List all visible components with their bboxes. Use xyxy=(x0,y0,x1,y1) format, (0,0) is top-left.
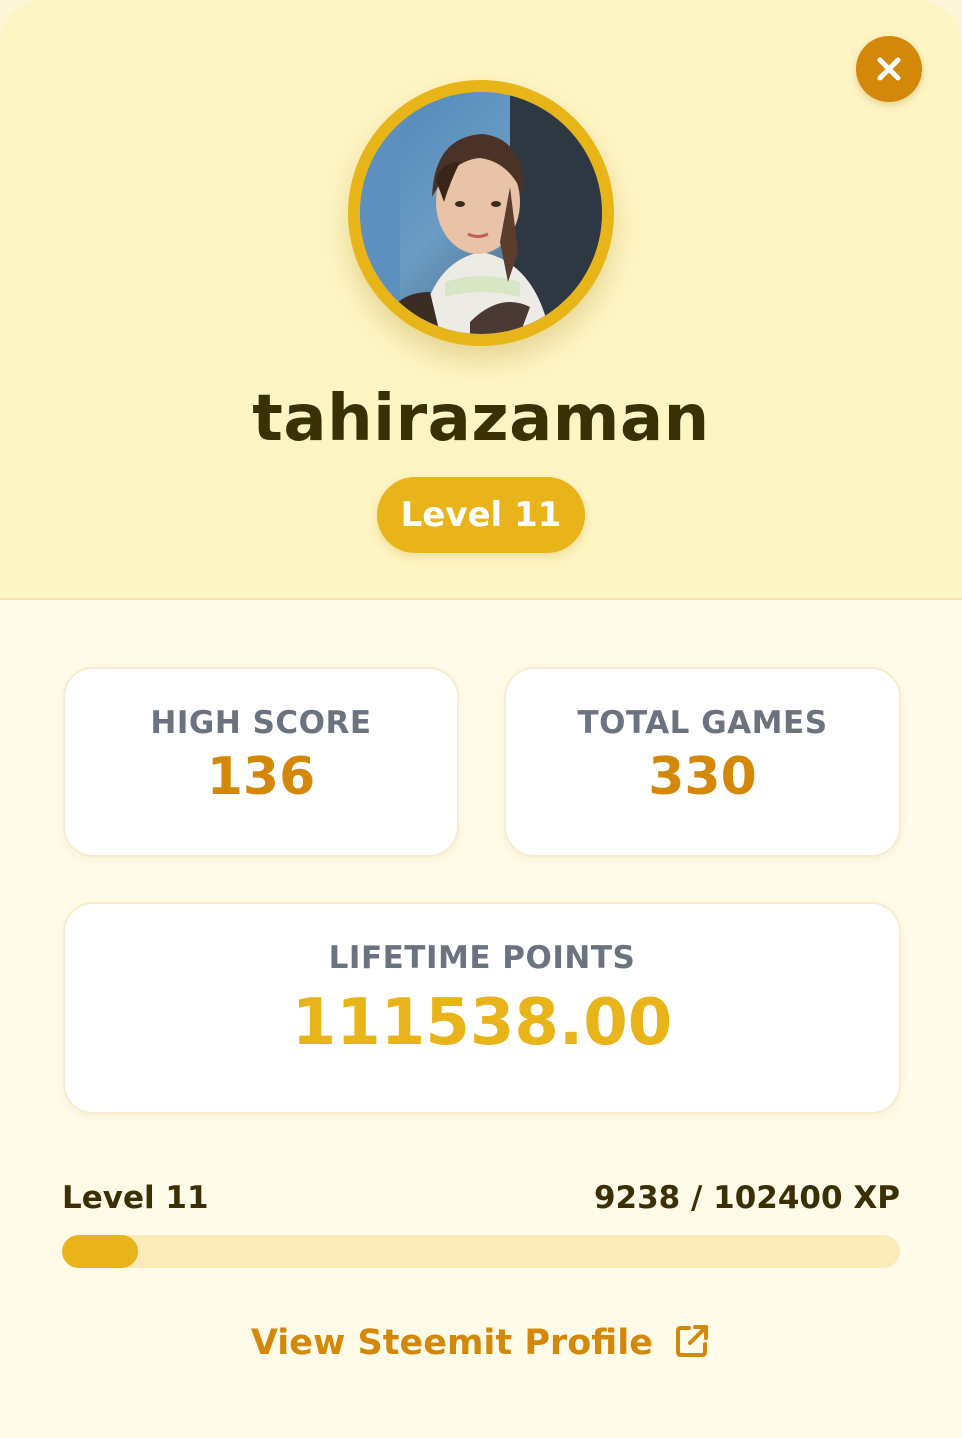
lifetime-points-label: LIFETIME POINTS xyxy=(328,940,636,976)
xp-row: Level 11 9238 / 102400 XP xyxy=(62,1180,900,1224)
username: tahirazaman xyxy=(252,382,710,456)
view-steemit-profile-link[interactable]: View Steemit Profile xyxy=(0,1322,962,1363)
total-games-card: TOTAL GAMES 330 xyxy=(504,667,901,857)
profile-header: tahirazaman Level 11 xyxy=(0,0,962,600)
view-profile-label: View Steemit Profile xyxy=(250,1323,653,1363)
xp-count: 9238 / 102400 XP xyxy=(593,1180,900,1216)
xp-progress-fill xyxy=(62,1235,138,1268)
high-score-value: 136 xyxy=(206,747,316,807)
xp-progress-bar xyxy=(62,1235,900,1268)
total-games-value: 330 xyxy=(648,747,757,807)
avatar xyxy=(360,92,602,334)
close-icon xyxy=(875,55,903,83)
close-button[interactable] xyxy=(856,36,922,102)
lifetime-points-card: LIFETIME POINTS 111538.00 xyxy=(63,902,901,1114)
profile-modal: tahirazaman Level 11 HIGH SCORE 136 TOTA… xyxy=(0,0,962,1438)
high-score-card: HIGH SCORE 136 xyxy=(63,667,459,857)
avatar-frame xyxy=(348,80,614,346)
high-score-label: HIGH SCORE xyxy=(150,705,372,741)
external-link-icon xyxy=(653,1323,711,1363)
lifetime-points-value: 111538.00 xyxy=(291,986,673,1060)
total-games-label: TOTAL GAMES xyxy=(577,705,828,741)
level-badge: Level 11 xyxy=(377,477,585,553)
xp-level-label: Level 11 xyxy=(62,1180,209,1216)
